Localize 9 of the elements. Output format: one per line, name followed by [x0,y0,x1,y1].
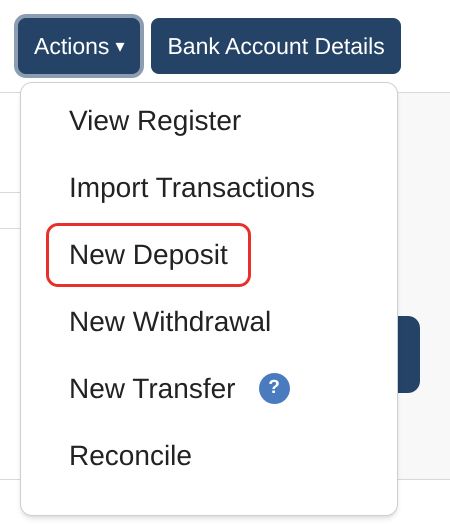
menu-item[interactable]: New Withdrawal [46,290,294,354]
menu-item[interactable]: New Transfer [46,356,258,420]
menu-item[interactable]: View Register [46,88,264,152]
actions-button[interactable]: Actions ▾ [18,18,140,74]
menu-item[interactable]: Reconcile [46,424,215,488]
bank-details-button[interactable]: Bank Account Details [151,18,401,74]
menu-item[interactable]: New Deposit [46,222,251,286]
menu-item[interactable]: Import Transactions [46,156,338,220]
help-icon[interactable]: ? [258,373,290,404]
